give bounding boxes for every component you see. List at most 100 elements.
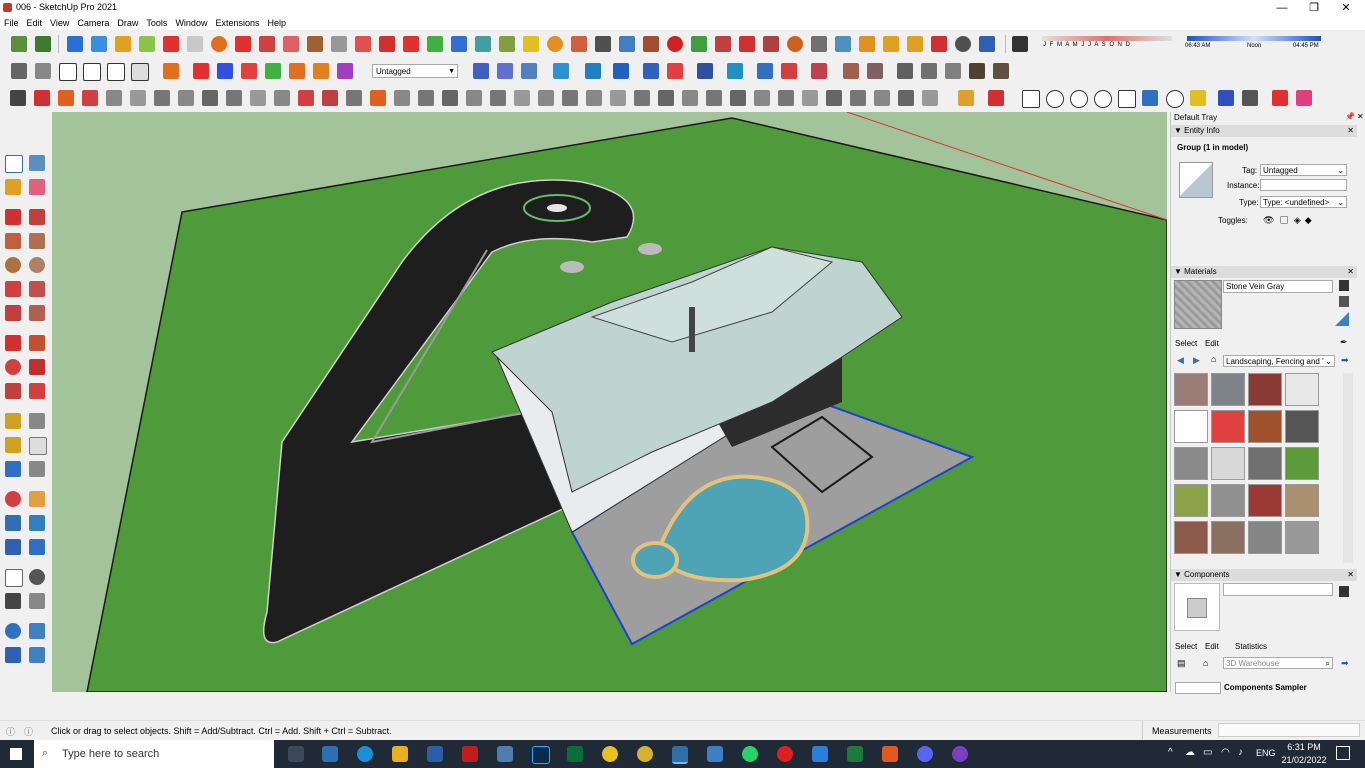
joint-icon[interactable] (715, 36, 731, 52)
zoom-window-icon[interactable] (29, 515, 45, 531)
excel-icon[interactable] (847, 746, 863, 762)
materials-scrollbar[interactable] (1343, 373, 1353, 563)
axes-z-icon[interactable] (241, 63, 257, 79)
section-plane-icon[interactable] (163, 63, 179, 79)
add-detail-icon[interactable] (139, 36, 155, 52)
rows-icon[interactable] (754, 90, 770, 106)
arc-icon[interactable] (5, 281, 21, 297)
parallelogram-icon[interactable] (1118, 90, 1136, 108)
orbit-dots-icon[interactable] (955, 36, 971, 52)
purple-app-icon[interactable] (952, 746, 968, 762)
mesh-icon[interactable] (826, 90, 842, 106)
discord-icon[interactable] (917, 746, 933, 762)
back-edges-icon[interactable] (497, 63, 513, 79)
rectangle-shape-icon[interactable] (1022, 90, 1040, 108)
axes-green-icon[interactable] (265, 63, 281, 79)
home-icon[interactable] (59, 63, 77, 81)
clock-time[interactable]: 6:31 PM (1284, 742, 1324, 752)
bend-2-icon[interactable] (682, 90, 698, 106)
material-swatch[interactable] (1248, 373, 1282, 406)
outer-shell-icon[interactable] (331, 36, 347, 52)
extrude-icon[interactable] (691, 36, 707, 52)
paint-mode-icon[interactable] (1339, 296, 1349, 307)
fillet-icon[interactable] (274, 90, 290, 106)
menu-extensions[interactable]: Extensions (211, 16, 263, 30)
menu-camera[interactable]: Camera (73, 16, 113, 30)
arrows-icon[interactable] (667, 63, 683, 79)
home-icon[interactable]: ⌂ (1211, 354, 1216, 364)
flip-icon[interactable] (727, 63, 743, 79)
hand-icon[interactable] (442, 90, 458, 106)
grammarly-icon[interactable] (882, 746, 898, 762)
follow-icon[interactable] (739, 36, 755, 52)
blue-cross-icon[interactable] (451, 36, 467, 52)
minimize-button[interactable]: — (1266, 0, 1298, 16)
scale-icon[interactable] (697, 63, 713, 79)
warehouse-search-input[interactable]: 3D Warehouse ⌕ (1223, 657, 1333, 669)
cut-icon[interactable] (82, 90, 98, 106)
components-header[interactable]: ▼ Components ✕ (1171, 569, 1357, 581)
panel-close-icon[interactable]: ✕ (1347, 266, 1354, 278)
camera-icon[interactable] (921, 63, 937, 79)
material-swatch[interactable] (1211, 521, 1245, 554)
smoove-tool-icon[interactable] (5, 647, 21, 663)
smoove-icon[interactable] (187, 36, 203, 52)
mirror-2-icon[interactable] (490, 90, 506, 106)
curve-icon[interactable] (379, 36, 395, 52)
warning-icon[interactable] (523, 36, 539, 52)
clock-date[interactable]: 21/02/2022 (1280, 755, 1328, 765)
material-swatch[interactable] (1211, 410, 1245, 443)
taskbar-search-box[interactable]: ⌕ Type here to search (34, 740, 274, 768)
chrome-2-icon[interactable] (637, 746, 653, 762)
panel-icon[interactable] (907, 36, 923, 52)
pattern-icon[interactable] (730, 90, 746, 106)
frame-icon[interactable] (883, 36, 899, 52)
material-name-field[interactable]: Stone Vein Gray (1223, 280, 1333, 293)
shift-icon[interactable] (562, 90, 578, 106)
arc-blue-icon[interactable] (1142, 90, 1158, 106)
scene-icon[interactable] (897, 63, 913, 79)
badge-icon[interactable] (787, 36, 803, 52)
material-swatch[interactable] (1285, 484, 1319, 517)
circle-shape-icon[interactable] (1046, 90, 1064, 108)
task-view-icon[interactable] (288, 746, 304, 762)
opera-icon[interactable] (777, 746, 793, 762)
notifications-icon[interactable] (1336, 746, 1350, 760)
style-builder-icon[interactable] (867, 63, 883, 79)
material-swatch[interactable] (1174, 521, 1208, 554)
sandbox-icon[interactable] (67, 36, 83, 52)
tag-select[interactable]: Untagged ⌄ (1260, 164, 1347, 176)
axes-purple-icon[interactable] (337, 63, 353, 79)
two-point-arc-icon[interactable] (29, 281, 45, 297)
scatter-icon[interactable] (874, 90, 890, 106)
rotate-icon[interactable] (5, 359, 21, 375)
material-swatch[interactable] (1285, 447, 1319, 480)
grid-2-icon[interactable] (850, 90, 866, 106)
offset-tool-icon[interactable] (29, 383, 45, 399)
fold-icon[interactable] (706, 90, 722, 106)
pin-icon[interactable]: 📌 (1345, 112, 1355, 121)
menu-help[interactable]: Help (263, 16, 290, 30)
axes-icon[interactable] (5, 461, 21, 477)
sandbox-scratch-icon[interactable] (29, 623, 45, 639)
menu-view[interactable]: View (46, 16, 73, 30)
material-swatch[interactable] (1248, 484, 1282, 517)
house-icon[interactable] (83, 63, 101, 81)
xray-icon[interactable] (473, 63, 489, 79)
snipping-icon[interactable] (497, 746, 513, 762)
sketchup-active-icon[interactable] (672, 746, 688, 764)
strip-icon[interactable] (898, 90, 914, 106)
extend-icon[interactable] (298, 90, 314, 106)
three-point-arc-icon[interactable] (5, 305, 21, 321)
material-swatch[interactable] (1211, 484, 1245, 517)
shape-icon[interactable] (178, 90, 194, 106)
shaded-icon[interactable] (585, 63, 601, 79)
select-tool-icon[interactable] (5, 155, 23, 173)
sketchup-taskbar-icon[interactable] (427, 746, 443, 762)
maximize-button[interactable]: ❐ (1298, 0, 1330, 16)
polygon-icon[interactable] (29, 257, 45, 273)
materials-tab-select[interactable]: Select (1175, 339, 1197, 348)
eraser-icon[interactable] (29, 179, 45, 195)
split-icon[interactable] (283, 36, 299, 52)
details-arrow-icon[interactable]: ➡ (1341, 355, 1349, 366)
